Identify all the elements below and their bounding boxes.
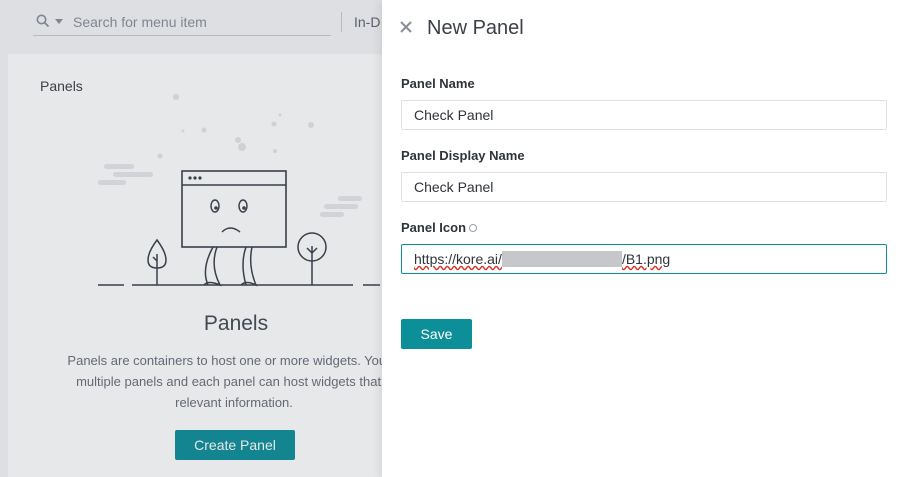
drawer-title: New Panel xyxy=(427,17,524,39)
panel-icon-label: Panel Icon xyxy=(401,220,478,235)
close-icon[interactable] xyxy=(399,20,413,34)
info-icon[interactable] xyxy=(469,223,478,232)
panel-name-label: Panel Name xyxy=(401,76,475,91)
panel-display-name-field[interactable]: Check Panel xyxy=(401,172,887,202)
new-panel-drawer: New Panel Panel Name Check Panel Panel D… xyxy=(382,0,907,477)
panel-icon-field[interactable]: https://kore.ai//B1.png xyxy=(401,244,887,274)
panel-display-name-label: Panel Display Name xyxy=(401,148,525,163)
panel-name-field[interactable]: Check Panel xyxy=(401,100,887,130)
modal-overlay[interactable] xyxy=(0,0,382,477)
save-button[interactable]: Save xyxy=(401,319,472,349)
redacted-text xyxy=(501,251,622,268)
